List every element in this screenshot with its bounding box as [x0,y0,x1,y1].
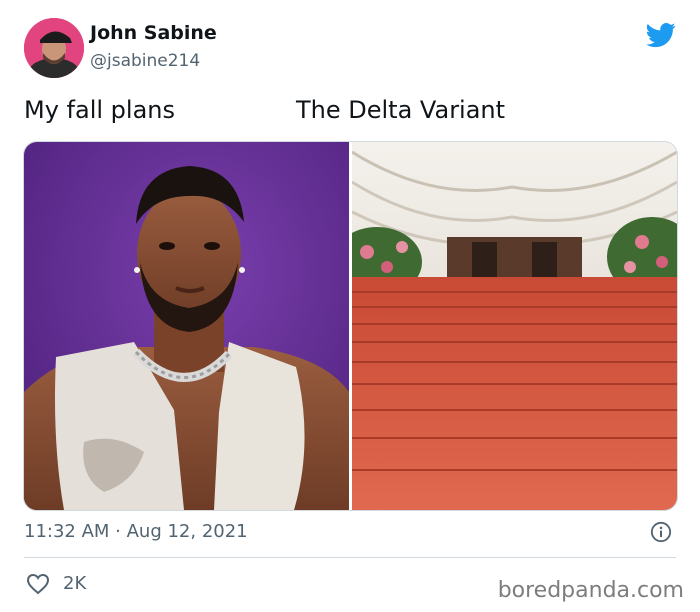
photo-right[interactable] [352,142,677,510]
like-count[interactable]: 2K [63,573,86,594]
heart-icon[interactable] [26,573,50,595]
caption-left: My fall plans [24,96,175,124]
twitter-bird-icon [646,23,676,48]
tweet-media[interactable] [23,141,678,511]
caption-right: The Delta Variant [296,96,506,124]
watermark: boredpanda.com [497,578,684,603]
info-icon[interactable] [650,521,672,543]
author-name[interactable]: John Sabine [90,22,217,44]
tweet-header: John Sabine @jsabine214 [24,18,676,80]
divider [24,557,676,558]
photo-left[interactable] [24,142,349,510]
author-handle[interactable]: @jsabine214 [90,51,200,71]
avatar[interactable] [24,18,84,78]
tweet-timestamp[interactable]: 11:32 AM · Aug 12, 2021 [24,521,248,542]
